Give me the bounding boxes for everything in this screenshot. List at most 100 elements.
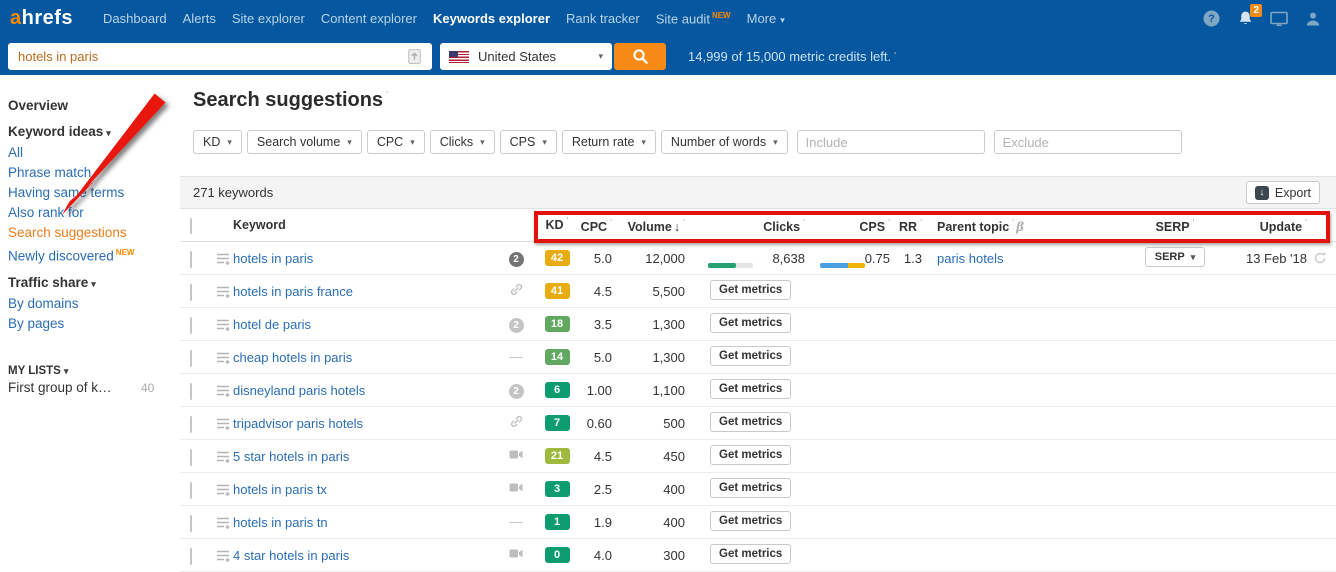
country-select[interactable]: United States ▾ (440, 43, 612, 70)
filter-clicks[interactable]: Clicks▾ (430, 130, 495, 154)
nav-item-more[interactable]: More▾ (739, 11, 793, 26)
row-checkbox[interactable] (190, 416, 192, 433)
header-update[interactable]: Update (1210, 218, 1307, 234)
keyword-link[interactable]: hotels in paris france (233, 284, 353, 299)
row-checkbox[interactable] (190, 482, 192, 499)
serp-features-count-badge[interactable]: 2 (509, 384, 524, 399)
add-to-list-icon[interactable] (216, 450, 231, 467)
get-metrics-button[interactable]: Get metrics (710, 280, 791, 300)
include-input[interactable] (797, 130, 985, 154)
filter-kd[interactable]: KD▾ (193, 130, 242, 154)
select-all-checkbox[interactable] (190, 218, 192, 234)
sidebar-item-also-rank-for[interactable]: Also rank for (8, 203, 180, 223)
header-keyword[interactable]: Keyword (233, 218, 286, 232)
keyword-link[interactable]: hotel de paris (233, 317, 311, 332)
filter-cps[interactable]: CPS▾ (500, 130, 557, 154)
search-button[interactable] (614, 43, 666, 70)
header-parent-topic[interactable]: Parent topicβ (937, 218, 1024, 234)
row-checkbox[interactable] (190, 449, 192, 466)
sidebar-item-having-same-terms[interactable]: Having same terms (8, 183, 180, 203)
keyword-link[interactable]: hotels in paris (233, 251, 313, 266)
add-to-list-icon[interactable] (216, 252, 231, 269)
nav-item-content-explorer[interactable]: Content explorer (313, 11, 425, 26)
keyword-link[interactable]: cheap hotels in paris (233, 350, 352, 365)
sidebar-item-keyword-ideas[interactable]: Keyword ideas▾ (8, 122, 180, 143)
keyword-link[interactable]: hotels in paris tn (233, 515, 328, 530)
kd-badge: 42 (545, 250, 570, 266)
header-serp[interactable]: SERP (1130, 218, 1220, 234)
row-checkbox[interactable] (190, 317, 192, 334)
header-kd[interactable]: KD (540, 216, 574, 232)
row-checkbox[interactable] (190, 284, 192, 301)
export-button[interactable]: ↓ Export (1246, 181, 1320, 204)
nav-item-rank-tracker[interactable]: Rank tracker (558, 11, 648, 26)
notifications-bell-icon[interactable]: 2 (1236, 10, 1254, 28)
header-clicks[interactable]: Clicks (725, 218, 805, 234)
nav-item-site-audit[interactable]: Site auditNEW (648, 11, 739, 26)
get-metrics-button[interactable]: Get metrics (710, 379, 791, 399)
get-metrics-button[interactable]: Get metrics (710, 412, 791, 432)
sidebar-item-by-pages[interactable]: By pages (8, 314, 180, 334)
row-checkbox[interactable] (190, 548, 192, 565)
add-to-list-icon[interactable] (216, 318, 231, 335)
header-rr[interactable]: RR (884, 218, 922, 234)
kd-badge: 7 (545, 415, 570, 431)
help-icon[interactable]: ? (1202, 10, 1220, 28)
import-keywords-icon[interactable] (406, 48, 424, 66)
parent-topic-link[interactable]: paris hotels (937, 251, 1003, 266)
nav-item-keywords-explorer[interactable]: Keywords explorer (425, 11, 558, 26)
serp-dropdown-button[interactable]: SERP▾ (1145, 247, 1206, 267)
get-metrics-button[interactable]: Get metrics (710, 346, 791, 366)
keyword-link[interactable]: hotels in paris tx (233, 482, 327, 497)
sidebar-item-phrase-match[interactable]: Phrase match (8, 163, 180, 183)
table-row: disneyland paris hotels 2 6 1.00 1,100 G… (180, 374, 1336, 407)
sidebar-item-all[interactable]: All (8, 143, 180, 163)
filter-number-of-words[interactable]: Number of words▾ (661, 130, 788, 154)
filter-return-rate[interactable]: Return rate▾ (562, 130, 656, 154)
get-metrics-button[interactable]: Get metrics (710, 478, 791, 498)
add-to-list-icon[interactable] (216, 285, 231, 302)
desktop-icon[interactable] (1270, 10, 1288, 28)
sidebar-item-newly-discovered[interactable]: Newly discoveredNEW (8, 243, 180, 267)
filter-cpc[interactable]: CPC▾ (367, 130, 425, 154)
add-to-list-icon[interactable] (216, 483, 231, 500)
keyword-link[interactable]: 5 star hotels in paris (233, 449, 349, 464)
sidebar-item-by-domains[interactable]: By domains (8, 294, 180, 314)
sidebar-item-overview[interactable]: Overview (8, 96, 180, 116)
add-to-list-icon[interactable] (216, 516, 231, 533)
sidebar-item-search-suggestions[interactable]: Search suggestions (8, 223, 180, 243)
video-icon (509, 448, 523, 463)
ahrefs-logo[interactable]: ahrefs (10, 7, 73, 30)
user-profile-icon[interactable] (1304, 10, 1322, 28)
row-checkbox[interactable] (190, 350, 192, 367)
sidebar-item-my-lists[interactable]: MY LISTS▾ (8, 365, 180, 377)
add-to-list-icon[interactable] (216, 417, 231, 434)
add-to-list-icon[interactable] (216, 351, 231, 368)
header-cpc[interactable]: CPC (570, 218, 612, 234)
add-to-list-icon[interactable] (216, 549, 231, 566)
keyword-link[interactable]: 4 star hotels in paris (233, 548, 349, 563)
serp-features-count-badge[interactable]: 2 (509, 318, 524, 333)
row-checkbox[interactable] (190, 251, 192, 268)
nav-item-alerts[interactable]: Alerts (175, 11, 224, 26)
get-metrics-button[interactable]: Get metrics (710, 313, 791, 333)
serp-features-count-badge[interactable]: 2 (509, 252, 524, 267)
refresh-icon[interactable] (1313, 251, 1327, 268)
get-metrics-button[interactable]: Get metrics (710, 544, 791, 564)
exclude-input[interactable] (994, 130, 1182, 154)
keyword-link[interactable]: disneyland paris hotels (233, 383, 365, 398)
row-checkbox[interactable] (190, 515, 192, 532)
header-cps[interactable]: CPS (842, 218, 890, 234)
keyword-link[interactable]: tripadvisor paris hotels (233, 416, 363, 431)
row-checkbox[interactable] (190, 383, 192, 400)
get-metrics-button[interactable]: Get metrics (710, 445, 791, 465)
filter-search-volume[interactable]: Search volume▾ (247, 130, 362, 154)
add-to-list-icon[interactable] (216, 384, 231, 401)
nav-item-site-explorer[interactable]: Site explorer (224, 11, 313, 26)
header-volume[interactable]: Volume↓ (615, 218, 685, 234)
nav-item-dashboard[interactable]: Dashboard (95, 11, 175, 26)
get-metrics-button[interactable]: Get metrics (710, 511, 791, 531)
keyword-search-input[interactable] (8, 43, 432, 70)
sidebar-item-first-group-of-k[interactable]: First group of k…40 (8, 377, 180, 399)
sidebar-item-traffic-share[interactable]: Traffic share▾ (8, 273, 180, 294)
